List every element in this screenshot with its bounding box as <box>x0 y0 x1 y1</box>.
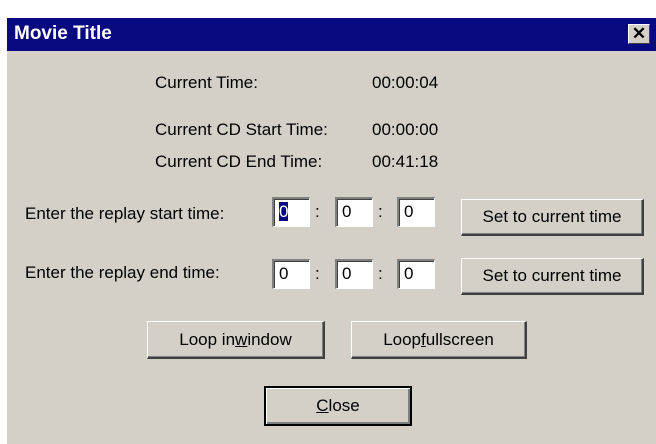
set-end-to-current-button[interactable]: Set to current time <box>461 258 644 295</box>
loop-window-accel: w <box>235 329 248 349</box>
colon-separator: : <box>315 202 320 221</box>
replay-start-label: Enter the replay start time: <box>25 204 225 223</box>
colon-separator: : <box>315 264 320 283</box>
cd-end-time-label: Current CD End Time: <box>155 152 323 171</box>
set-start-to-current-button[interactable]: Set to current time <box>461 199 644 236</box>
current-time-label: Current Time: <box>155 73 258 92</box>
close-icon[interactable]: ✕ <box>628 24 650 44</box>
window-title: Movie Title <box>14 23 112 44</box>
cd-start-time-value: 00:00:00 <box>372 120 439 139</box>
colon-separator: : <box>378 264 383 283</box>
cd-start-time-label: Current CD Start Time: <box>155 120 328 139</box>
replay-start-hours-input[interactable]: 0 <box>272 197 310 227</box>
replay-end-hours-input[interactable]: 0 <box>272 259 310 289</box>
close-accel: C <box>316 396 329 415</box>
replay-end-label: Enter the replay end time: <box>25 263 220 282</box>
loop-in-window-button[interactable]: Loop in w indow <box>147 321 325 359</box>
colon-separator: : <box>378 202 383 221</box>
title-bar[interactable]: Movie Title ✕ <box>7 18 656 51</box>
movie-title-dialog: Movie Title ✕ Current Time: 00:00:04 Cur… <box>5 16 656 444</box>
current-time-value: 00:00:04 <box>372 73 439 92</box>
close-text: lose <box>328 396 360 415</box>
replay-end-seconds-input[interactable]: 0 <box>397 259 435 289</box>
loop-fullscreen-button[interactable]: Loop f ullscreen <box>351 321 527 359</box>
replay-end-minutes-input[interactable]: 0 <box>335 259 373 289</box>
loop-full-text-a: Loop <box>383 329 422 349</box>
loop-full-text-b: ullscreen <box>425 329 494 349</box>
replay-start-seconds-input[interactable]: 0 <box>397 197 435 227</box>
cd-end-time-value: 00:41:18 <box>372 152 439 171</box>
loop-window-text-b: indow <box>247 329 292 349</box>
replay-start-hours-value: 0 <box>279 202 289 221</box>
replay-start-minutes-input[interactable]: 0 <box>335 197 373 227</box>
loop-window-text-a: Loop in <box>179 329 236 349</box>
close-button[interactable]: Close <box>264 386 412 426</box>
